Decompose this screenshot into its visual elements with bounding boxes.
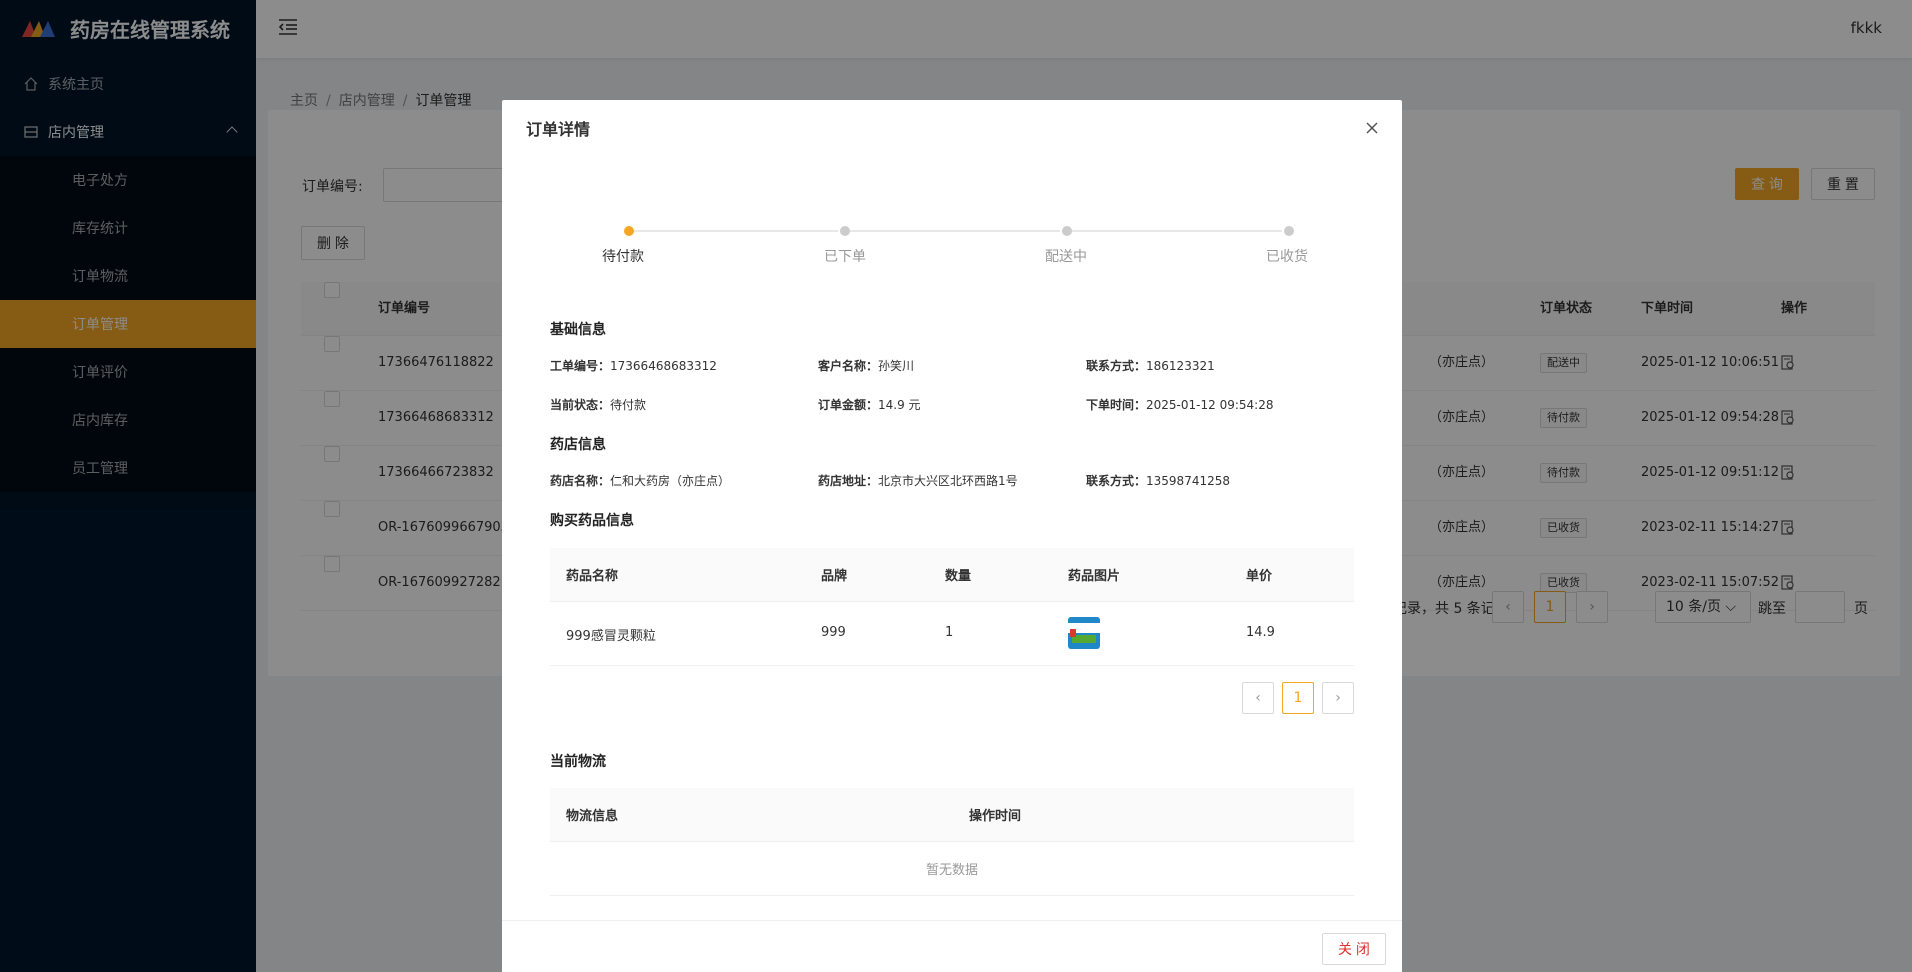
col-qty: 数量 (945, 569, 972, 584)
field-value: 待付款 (610, 398, 647, 412)
drugs-next-page-button[interactable]: › (1322, 682, 1354, 714)
section-title-basic: 基础信息 (550, 322, 606, 338)
field-label: 工单编号： (550, 359, 611, 373)
drug-qty: 1 (945, 625, 954, 640)
table-row: 999感冒灵颗粒 999 1 14.9 (550, 602, 1354, 666)
field-value: 2025-01-12 09:54:28 (1146, 398, 1274, 412)
field-value: 14.9 元 (878, 398, 921, 412)
empty-row: 暂无数据 (550, 842, 1354, 896)
logistics-table: 物流信息 操作时间 暂无数据 (550, 788, 1354, 896)
field-label: 当前状态： (550, 398, 611, 412)
status-field: 当前状态：待付款 (550, 396, 646, 413)
drugs-table: 药品名称 品牌 数量 药品图片 单价 999感冒灵颗粒 999 1 14.9 (550, 548, 1354, 666)
section-title-drugs: 购买药品信息 (550, 513, 634, 529)
close-icon[interactable] (1362, 118, 1382, 138)
amount-field: 订单金额：14.9 元 (818, 396, 921, 413)
col-brand: 品牌 (821, 569, 848, 584)
order-no-field: 工单编号：17366468683312 (550, 357, 717, 374)
field-label: 联系方式： (1086, 359, 1147, 373)
field-label: 客户名称： (818, 359, 879, 373)
customer-field: 客户名称：孙笑川 (818, 357, 914, 374)
field-label: 订单金额： (818, 398, 879, 412)
step-label: 已收货 (1266, 249, 1308, 265)
step-dot (1284, 226, 1294, 236)
field-value: 孙笑川 (878, 359, 915, 373)
field-label: 联系方式： (1086, 474, 1147, 488)
field-label: 药店地址： (818, 474, 879, 488)
field-value: 186123321 (1146, 359, 1215, 373)
field-value: 17366468683312 (610, 359, 717, 373)
field-value: 北京市大兴区北环西路1号 (878, 474, 1018, 488)
col-logistics-info: 物流信息 (566, 809, 619, 824)
field-label: 下单时间： (1086, 398, 1147, 412)
step-label: 已下单 (824, 249, 866, 265)
step-dot (840, 226, 850, 236)
drugs-table-header: 药品名称 品牌 数量 药品图片 单价 (550, 548, 1354, 602)
close-button[interactable]: 关 闭 (1322, 933, 1386, 965)
step-label: 待付款 (602, 249, 644, 265)
drug-price: 14.9 (1246, 625, 1275, 640)
shop-name-field: 药店名称：仁和大药房（亦庄点） (550, 472, 730, 489)
order-detail-modal: 订单详情 待付款 已下单 配送中 已收货 基础信息 工单编号：173664686… (502, 100, 1402, 972)
step-label: 配送中 (1045, 249, 1087, 265)
order-time-field: 下单时间：2025-01-12 09:54:28 (1086, 396, 1273, 413)
phone-field: 联系方式：186123321 (1086, 357, 1215, 374)
step-dot (624, 226, 634, 236)
section-title-logistics: 当前物流 (550, 754, 606, 770)
modal-title: 订单详情 (526, 120, 591, 139)
shop-address-field: 药店地址：北京市大兴区北环西路1号 (818, 472, 1018, 489)
drugs-prev-page-button[interactable]: ‹ (1242, 682, 1274, 714)
field-value: 仁和大药房（亦庄点） (610, 474, 731, 488)
shop-phone-field: 联系方式：13598741258 (1086, 472, 1230, 489)
drug-name: 999感冒灵颗粒 (566, 629, 656, 644)
modal-footer: 关 闭 (502, 920, 1402, 972)
step-dot (1062, 226, 1072, 236)
empty-text: 暂无数据 (925, 863, 978, 878)
drugs-page-button[interactable]: 1 (1282, 682, 1314, 714)
section-title-shop: 药店信息 (550, 437, 606, 453)
order-steps: 待付款 已下单 配送中 已收货 (602, 220, 1308, 265)
col-image: 药品图片 (1068, 569, 1121, 584)
col-op-time: 操作时间 (969, 809, 1022, 824)
col-price: 单价 (1246, 569, 1273, 584)
drug-brand: 999 (821, 625, 846, 640)
drug-thumbnail[interactable] (1068, 617, 1100, 649)
logistics-table-header: 物流信息 操作时间 (550, 788, 1354, 842)
field-value: 13598741258 (1146, 474, 1230, 488)
field-label: 药店名称： (550, 474, 611, 488)
col-drug-name: 药品名称 (566, 569, 619, 584)
